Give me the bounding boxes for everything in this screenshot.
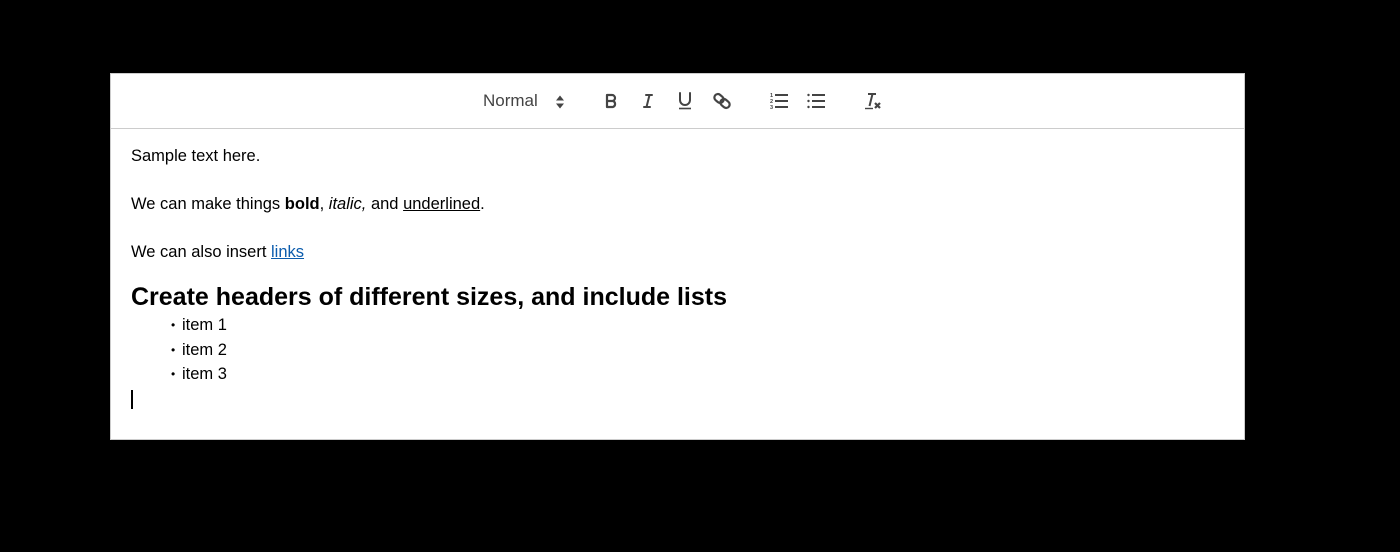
text-run: We can also insert xyxy=(131,243,272,261)
bullet-icon: • xyxy=(171,367,176,381)
paragraph-links: We can also insert links xyxy=(131,241,1224,265)
svg-text:3: 3 xyxy=(770,105,773,111)
text-run: We can make things xyxy=(131,195,285,213)
bold-icon xyxy=(605,93,617,109)
underline-button[interactable] xyxy=(671,88,699,114)
updown-arrows-icon xyxy=(556,95,564,109)
list-item-text: item 2 xyxy=(182,340,227,359)
bold-text: bold xyxy=(284,195,320,213)
bullet-list-icon xyxy=(807,93,825,109)
link-button[interactable] xyxy=(708,88,736,114)
header-format-value: Normal xyxy=(483,91,538,110)
editor-toolbar: Normal 1 2 3 xyxy=(111,74,1244,129)
list-item: • item 1 xyxy=(171,313,1224,338)
bullet-icon: • xyxy=(171,342,176,357)
ordered-list-icon: 1 2 3 xyxy=(770,93,788,111)
empty-line xyxy=(131,387,1224,411)
paragraph-formatting: We can make things bold, italic, and und… xyxy=(131,193,1224,217)
editor-content[interactable]: Sample text here. We can make things bol… xyxy=(111,129,1244,411)
list-item: • item 3 xyxy=(171,362,1224,387)
list-item-text: item 1 xyxy=(182,316,227,334)
underlined-text: underlined xyxy=(403,195,481,213)
bold-button[interactable] xyxy=(597,88,625,114)
list-item-text: item 3 xyxy=(182,365,227,383)
clear-formatting-icon xyxy=(865,93,881,110)
italic-icon xyxy=(643,94,653,108)
link-icon xyxy=(713,92,731,110)
clear-formatting-button[interactable] xyxy=(859,88,887,114)
text-run: . xyxy=(480,195,485,213)
header-format-select[interactable]: Normal xyxy=(483,88,573,114)
bullet-icon: • xyxy=(171,318,176,332)
ordered-list-button[interactable]: 1 2 3 xyxy=(765,88,793,114)
underline-icon xyxy=(679,92,691,110)
italic-text: italic, xyxy=(328,195,367,213)
rich-text-editor: Normal 1 2 3 Sample text here. We can ma… xyxy=(110,73,1245,440)
content-heading: Create headers of different sizes, and i… xyxy=(131,283,728,311)
text-run: , xyxy=(319,195,329,213)
text-cursor xyxy=(131,389,133,409)
sample-text: Sample text here. xyxy=(131,147,261,165)
italic-button[interactable] xyxy=(634,88,662,114)
bullet-list: • item 1 • item 2 • item 3 xyxy=(131,313,1224,387)
list-item: • item 2 xyxy=(171,338,1224,363)
bullet-list-button[interactable] xyxy=(802,88,830,114)
text-run: and xyxy=(366,195,404,213)
inline-link[interactable]: links xyxy=(271,243,304,261)
paragraph-sample: Sample text here. xyxy=(131,145,1224,169)
